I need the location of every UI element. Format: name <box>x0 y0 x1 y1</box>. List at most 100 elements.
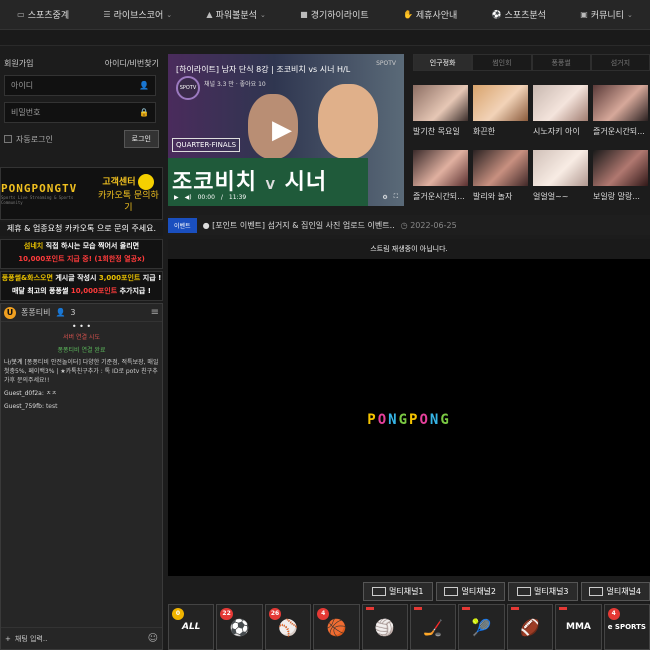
highlight-video[interactable]: [하이라이트] 남자 단식 8강 | 조코비치 vs 시너 H/L SPOTV … <box>168 54 404 206</box>
stream-status: 스트림 재생중이 아닙니다. <box>168 239 650 259</box>
gallery-tabs: 인구정화 썸인회 퐁퐁썰 섬거지 <box>413 54 650 71</box>
chat-input[interactable]: 채팅 입력.. <box>15 634 47 644</box>
chat-input-bar[interactable]: + 채팅 입력.. ☺ <box>1 627 162 649</box>
notice-partnership[interactable]: 제휴 & 업종요청 카카오톡 으로 문의 주세요. <box>0 222 163 236</box>
esports-icon: e SPORTS <box>607 623 646 631</box>
list-icon: ☰ <box>103 10 111 19</box>
hamburger-menu-icon[interactable]: ≡ <box>151 307 159 318</box>
chat-message: 나/봇계 [퐁퐁티비 안전놀이터] 다양한 기준점, 적특보장, 매일첫충5%,… <box>4 359 159 384</box>
thumbnail-image <box>533 85 588 121</box>
tab-3[interactable]: 퐁퐁썰 <box>531 54 591 71</box>
gallery-item[interactable]: 즐거운시간되... <box>413 150 468 211</box>
play-icon[interactable]: ▶ <box>272 114 302 146</box>
tab-4[interactable]: 섬거지 <box>590 54 650 71</box>
id-field[interactable]: 아이디 👤 <box>4 75 156 96</box>
handshake-icon: ✋ <box>402 10 413 19</box>
multi-channel-4-button[interactable]: 멀티채널4 <box>580 582 650 601</box>
sport-hockey-button[interactable]: 🏒 <box>410 604 457 650</box>
chevron-down-icon: ⌄ <box>166 10 173 19</box>
chat-logo-icon: U <box>4 306 16 319</box>
ticker-text: ● [포인트 이벤트] 섬거지 & 집인일 사진 업로드 이벤트.. <box>202 220 395 230</box>
video-meta: 채널 3.3 만 · 좋아요 10 <box>204 81 266 88</box>
sport-esports-button[interactable]: 4e SPORTS <box>603 604 650 650</box>
password-field[interactable]: 비밀번호 🔒 <box>4 102 156 123</box>
auto-login-checkbox[interactable]: 자동로그인 <box>4 134 53 145</box>
notice-event-photo[interactable]: 섬네치 직접 하시는 모습 찍어서 올리면 10,000포인트 지급 중! (1… <box>0 239 163 269</box>
thumbnail-image <box>473 150 528 186</box>
nav-item-sports-live[interactable]: ▭ 스포츠중계 <box>17 8 69 21</box>
sport-basketball-button[interactable]: 4 🏀 <box>313 604 360 650</box>
sport-all-button[interactable]: 0 ALL <box>168 604 215 650</box>
multi-channel-3-button[interactable]: 멀티채널3 <box>508 582 578 601</box>
nav-item-highlights[interactable]: ■ 경기하이라이트 <box>300 8 369 21</box>
sport-tennis-button[interactable]: 🎾 <box>458 604 505 650</box>
settings-icon[interactable]: ⚙ <box>382 194 387 201</box>
play-small-icon[interactable]: ▶ <box>174 194 179 201</box>
thumbnail-image <box>473 85 528 121</box>
gallery-item[interactable]: 즐거운시간되... <box>593 85 648 146</box>
thumbnail-image <box>593 85 648 121</box>
tab-2[interactable]: 썸인회 <box>472 54 532 71</box>
login-button[interactable]: 로그인 <box>123 130 159 148</box>
chat-message: Guest_759fb: test <box>4 403 58 410</box>
checkbox-box[interactable] <box>4 135 12 143</box>
thumbnail-image <box>593 150 648 186</box>
event-tag: 이벤트 <box>168 217 197 233</box>
sport-baseball-button[interactable]: 26 ⚾ <box>264 604 312 650</box>
customer-center-banner[interactable]: PONGPONGTV Sports Live Streaming & Sports… <box>0 167 163 220</box>
sport-soccer-button[interactable]: 22 ⚽ <box>216 604 263 650</box>
user-count: 3 <box>70 308 76 317</box>
gallery-item[interactable]: 발기찬 목요일 <box>413 85 468 146</box>
channel-watermark: SPOTV <box>376 60 396 67</box>
tennis-icon: 🎾 <box>471 617 492 637</box>
gallery-item[interactable]: 시노자키 아이 <box>533 85 588 146</box>
nav-item-livescore[interactable]: ☰ 라이브스코어 ⌄ <box>103 8 172 21</box>
join-link[interactable]: 회원가입 <box>4 58 33 69</box>
soccer-icon: ⚽ <box>229 617 250 637</box>
nav-item-analysis[interactable]: ⚽ 스포츠분석 <box>492 8 546 21</box>
login-box: 회원가입 아이디/비번찾기 아이디 👤 비밀번호 🔒 자동로그인 로그인 <box>4 58 159 158</box>
chart-icon: ▲ <box>206 10 213 19</box>
sport-mma-button[interactable]: MMA <box>555 604 602 650</box>
chevron-down-icon: ⌄ <box>626 10 633 19</box>
plus-icon[interactable]: + <box>5 635 11 643</box>
top-nav: ▭ 스포츠중계 ☰ 라이브스코어 ⌄ ▲ 파워볼분석 ⌄ ■ 경기하이라이트 ✋ 제휴사안내 … <box>0 0 650 30</box>
sport-badge-empty <box>462 607 471 610</box>
channel-avatar: SPOTV <box>176 76 200 100</box>
stage-label: QUARTER-FINALS <box>172 138 241 152</box>
chevron-down-icon: ⌄ <box>259 10 266 19</box>
tv-icon: ▭ <box>17 10 25 19</box>
user-icon: 👤 <box>139 81 149 90</box>
tab-1[interactable]: 인구정화 <box>413 54 473 71</box>
nav-item-powerball[interactable]: ▲ 파워볼분석 ⌄ <box>206 8 265 21</box>
chat-room-name: 퐁퐁티비 <box>21 308 51 317</box>
video-title: [하이라이트] 남자 단식 8강 | 조코비치 vs 시너 H/L <box>176 65 351 74</box>
left-column: 회원가입 아이디/비번찾기 아이디 👤 비밀번호 🔒 자동로그인 로그인 PONGP… <box>0 54 163 650</box>
nav-item-partners[interactable]: ✋ 제휴사안내 <box>403 8 457 21</box>
volume-icon[interactable]: ◀) <box>185 194 192 201</box>
sport-volleyball-button[interactable]: 🏐 <box>361 604 409 650</box>
emoji-icon[interactable]: ☺ <box>148 633 158 644</box>
tv-icon <box>444 587 459 596</box>
gallery-item[interactable]: 얼얼얼~~ <box>533 150 588 211</box>
ticker-date: ◷ 2022-06-25 <box>400 220 457 230</box>
current-time: 00:00 <box>197 193 215 201</box>
multi-channel-2-button[interactable]: 멀티채널2 <box>435 582 505 601</box>
gallery-item[interactable]: 발리와 놀자 <box>473 150 528 211</box>
gallery-item[interactable]: 보일랑 말랑... <box>593 150 648 211</box>
event-ticker[interactable]: 이벤트 ● [포인트 이벤트] 섬거지 & 집인일 사진 업로드 이벤트.. ◷… <box>168 215 650 235</box>
nav-item-community[interactable]: ▣ 커뮤니티 ⌄ <box>580 8 633 21</box>
sport-football-button[interactable]: 🏈 <box>506 604 554 650</box>
find-account-link[interactable]: 아이디/비번찾기 <box>105 58 159 69</box>
multi-channel-1-button[interactable]: 멀티채널1 <box>363 582 433 601</box>
gallery-item[interactable]: 화끈한 <box>473 85 528 146</box>
video-controls: ▶ ◀) 00:00 / 11:39 ⚙ ⛶ <box>168 190 404 204</box>
tv-icon <box>589 587 604 596</box>
video-icon: ■ <box>300 10 308 19</box>
customer-center-text: 고객센터 카카오톡 문의하기 <box>95 173 162 214</box>
chat-message: Guest_d0f2a: ㅈㅈ <box>4 390 57 397</box>
fullscreen-icon[interactable]: ⛶ <box>394 193 398 201</box>
notice-event-story[interactable]: 퐁퐁썰&화스오면 게시글 작성시 3,000포인트 지급 ! 매달 최고의 퐁퐁… <box>0 271 163 301</box>
sport-badge-empty <box>414 607 423 610</box>
stream-player[interactable]: 스트림 재생중이 아닙니다. PONGPONG <box>168 239 650 576</box>
